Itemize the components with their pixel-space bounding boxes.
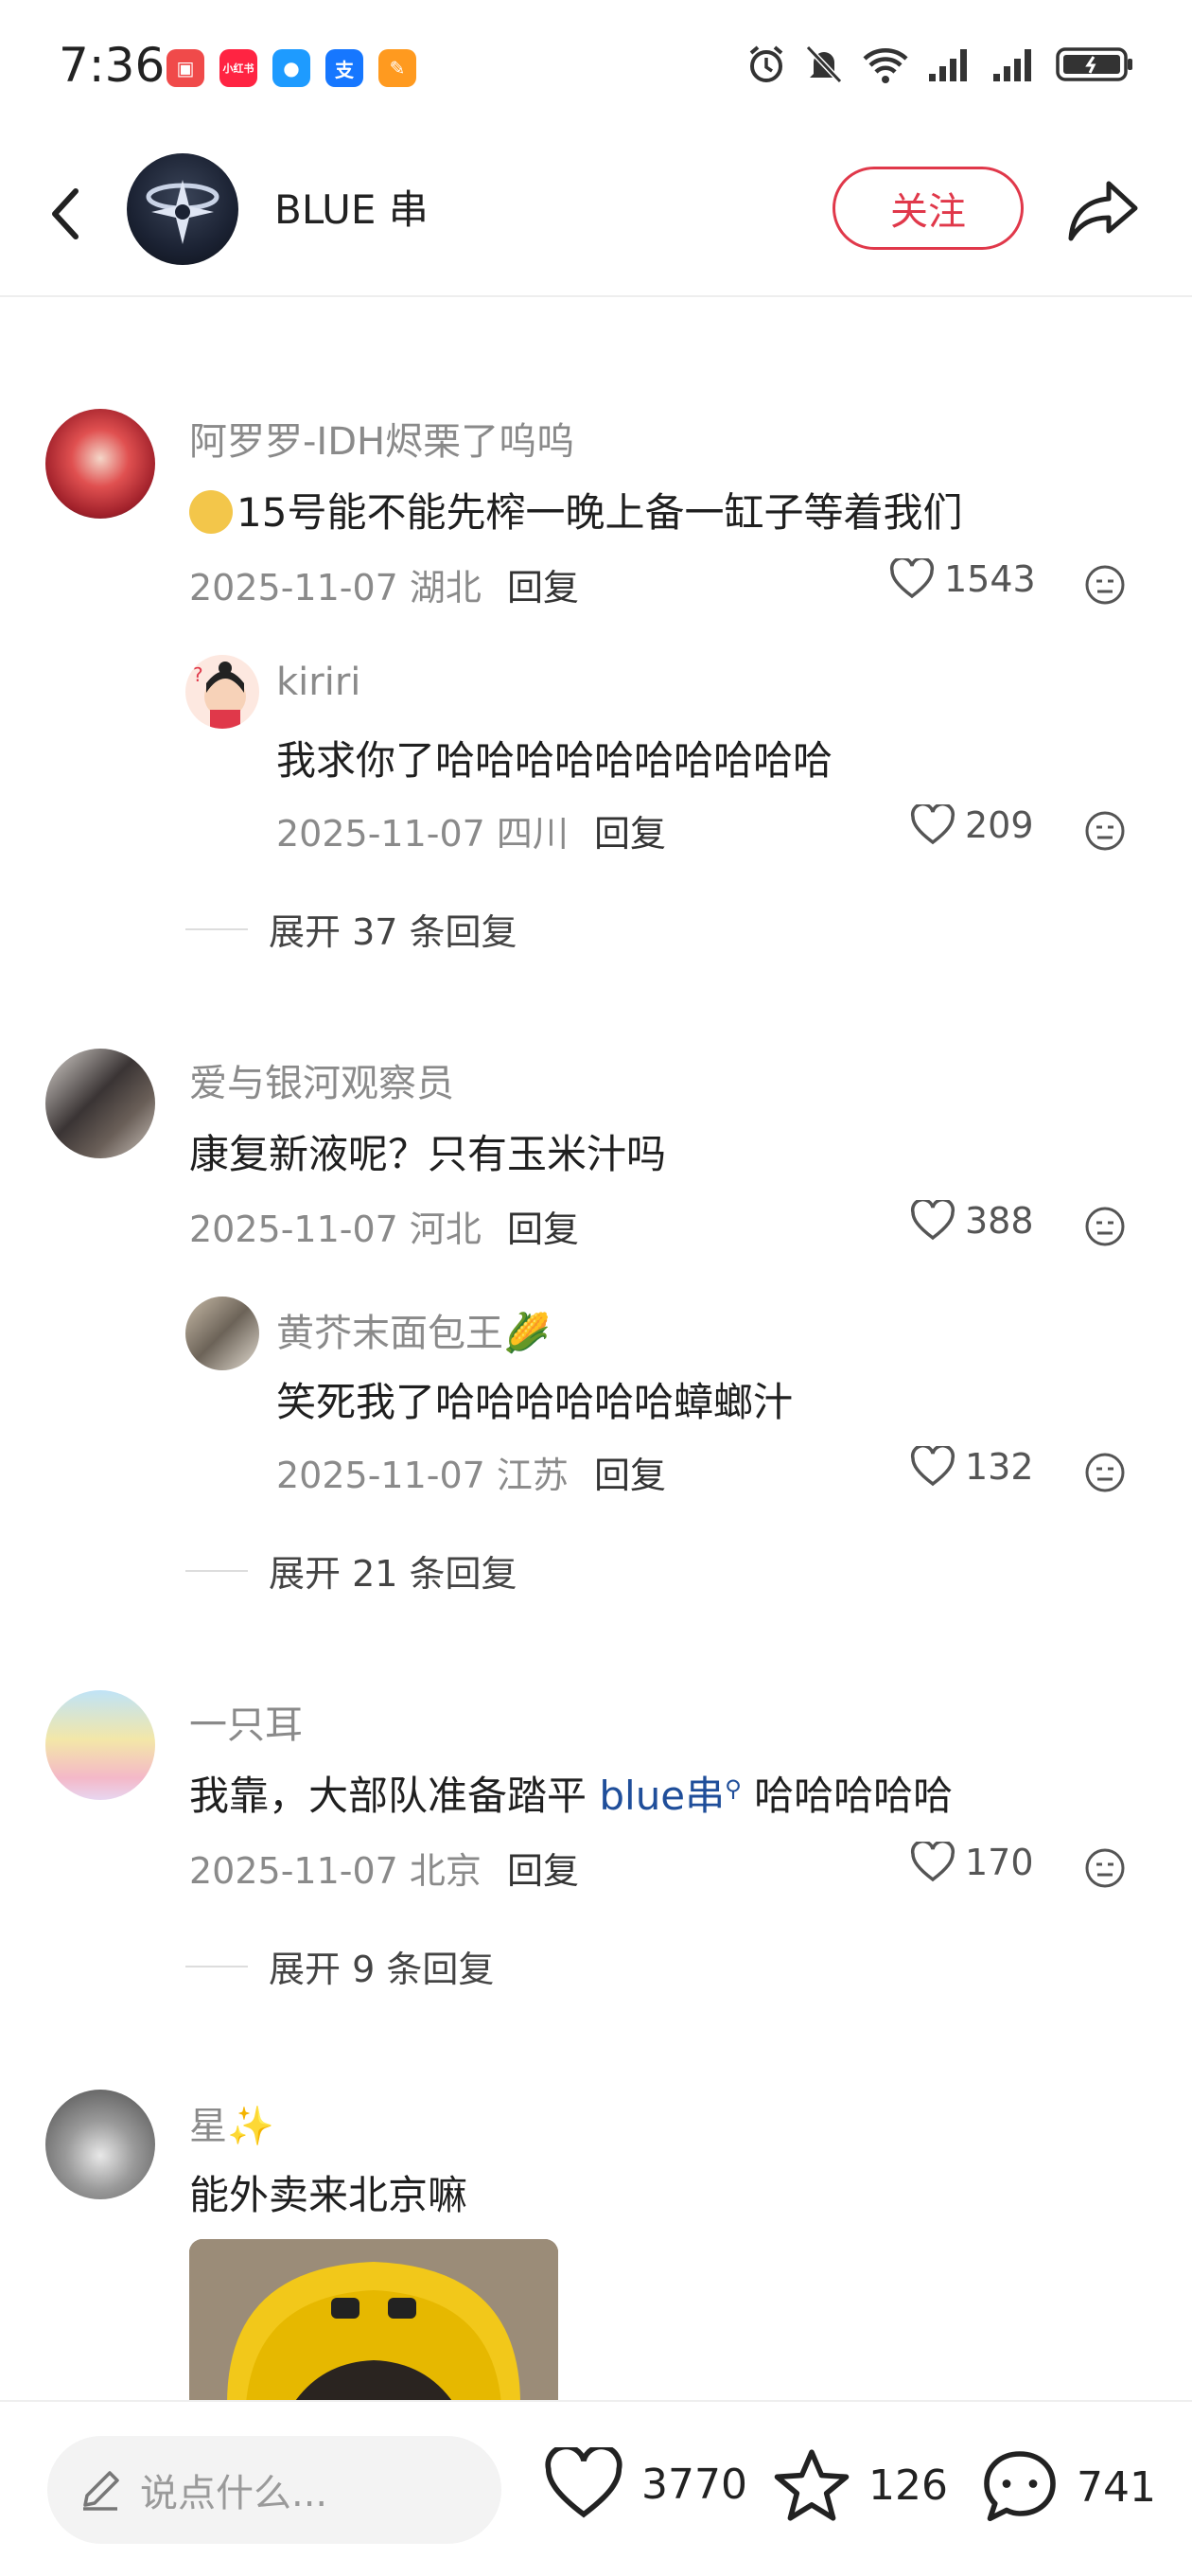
user-avatar[interactable] [45, 2090, 155, 2199]
signal-icon-2 [993, 49, 1031, 81]
heart-icon [545, 2447, 622, 2518]
comment-bubble-icon [984, 2451, 1056, 2522]
emoji-sticker-icon [189, 490, 233, 534]
pencil-icon [83, 2471, 119, 2511]
signal-icon [929, 49, 967, 81]
mute-bell-icon [805, 44, 843, 84]
like-button[interactable]: 388 [910, 1200, 1034, 1242]
comment-username[interactable]: 爱与银河观察员 [189, 1052, 454, 1107]
comment-date: 2025-11-07 湖北 [189, 567, 482, 609]
comment-username[interactable]: 一只耳 [189, 1694, 303, 1749]
alipay-icon: 支 [325, 49, 363, 87]
author-logo-icon [146, 180, 219, 244]
sub-like-button[interactable]: 132 [910, 1446, 1034, 1488]
heart-icon [889, 558, 935, 599]
heart-icon [910, 804, 955, 845]
user-avatar[interactable] [45, 409, 155, 519]
like-count: 209 [965, 804, 1034, 846]
sub-comment-text[interactable]: 笑死我了哈哈哈哈哈哈蟑螂汁 [276, 1370, 793, 1428]
helmet-photo [189, 2239, 558, 2404]
follow-button[interactable]: 关注 [833, 167, 1024, 250]
divider [185, 1569, 248, 1572]
emoji-reaction-icon[interactable] [1084, 1452, 1126, 1493]
user-avatar[interactable] [45, 1690, 155, 1800]
emoji-reaction-icon[interactable] [1084, 1206, 1126, 1247]
like-count: 132 [965, 1446, 1034, 1488]
xiaohongshu-icon: 小红书 [219, 49, 257, 87]
sub-comment-date: 2025-11-07 江苏 [276, 1455, 569, 1496]
comment-username[interactable]: 阿罗罗-IDH烬栗了呜呜 [189, 411, 574, 466]
comment-username[interactable]: 星✨ [189, 2095, 274, 2150]
heart-icon [910, 1200, 955, 1241]
expand-replies-button[interactable]: 展开 21 条回复 [185, 1544, 517, 1597]
emoji-reaction-icon[interactable] [1084, 564, 1126, 606]
like-count: 1543 [944, 558, 1036, 600]
orange-app-icon: ✎ [378, 49, 416, 87]
comment-input-placeholder: 说点什么... [140, 2472, 328, 2515]
topic-mention-link[interactable]: blue串 [599, 1773, 725, 1819]
search-icon: ⚲ [725, 1775, 742, 1802]
comment-input[interactable]: 说点什么... [47, 2436, 501, 2544]
star-icon [774, 2449, 850, 2521]
heart-icon [910, 1842, 955, 1882]
reply-button[interactable]: 回复 [507, 1842, 579, 1894]
alarm-icon [749, 45, 783, 82]
sub-user-avatar[interactable] [185, 1297, 259, 1370]
wifi-icon [863, 48, 908, 83]
svg-text:?: ? [193, 663, 203, 686]
sub-comment-date: 2025-11-07 四川 [276, 813, 569, 855]
expand-replies-button[interactable]: 展开 9 条回复 [185, 1940, 494, 1992]
sub-comment-username[interactable]: kiriri [276, 661, 360, 704]
cartoon-girl-icon: ? [193, 662, 246, 729]
like-count: 388 [965, 1200, 1034, 1242]
share-icon[interactable] [1063, 170, 1143, 250]
comment-date: 2025-11-07 北京 [189, 1850, 482, 1892]
comment-text[interactable]: 我靠，大部队准备踏平 blue串⚲ 哈哈哈哈哈 [189, 1764, 953, 1822]
emoji-reaction-icon[interactable] [1084, 810, 1126, 852]
like-total-count: 3770 [641, 2460, 747, 2509]
comment-total-button[interactable]: 741 [980, 2447, 1156, 2527]
heart-icon [910, 1446, 955, 1487]
red-app-icon: ▣ [167, 49, 204, 87]
like-count: 170 [965, 1842, 1034, 1883]
comment-text[interactable]: 15号能不能先榨一晚上备一缸子等着我们 [189, 481, 962, 538]
comment-text[interactable]: 康复新液呢？只有玉米汁吗 [189, 1122, 666, 1180]
author-name[interactable]: BLUE 串 [274, 178, 429, 236]
like-button[interactable]: 1543 [889, 558, 1036, 600]
like-total-button[interactable]: 3770 [543, 2447, 747, 2521]
user-avatar[interactable] [45, 1049, 155, 1158]
sub-user-avatar[interactable]: ? [185, 655, 259, 729]
back-arrow-icon[interactable] [38, 176, 95, 252]
battery-icon [1056, 47, 1132, 81]
status-time: 7:36 [59, 38, 166, 93]
emoji-reaction-icon[interactable] [1084, 1847, 1126, 1889]
comment-total-count: 741 [1077, 2462, 1156, 2512]
author-avatar[interactable] [127, 153, 238, 265]
notification-app-icons: ▣ 小红书 ● 支 ✎ [167, 49, 416, 87]
note-header: BLUE 串 关注 [0, 132, 1192, 297]
expand-replies-button[interactable]: 展开 37 条回复 [185, 903, 517, 955]
reply-button[interactable]: 回复 [507, 1200, 579, 1252]
system-icons [745, 44, 1135, 85]
comment-image[interactable] [189, 2239, 558, 2404]
bottom-action-bar: 说点什么... 3770 126 741 [0, 2400, 1192, 2576]
like-button[interactable]: 170 [910, 1842, 1034, 1883]
message-app-icon: ● [272, 49, 310, 87]
expand-replies-label: 展开 9 条回复 [269, 1949, 495, 1990]
status-bar: 7:36 ▣ 小红书 ● 支 ✎ [0, 0, 1192, 132]
divider [185, 927, 248, 930]
collect-count: 126 [868, 2461, 948, 2510]
expand-replies-label: 展开 37 条回复 [269, 911, 517, 953]
comment-date: 2025-11-07 河北 [189, 1209, 482, 1250]
collect-button[interactable]: 126 [772, 2447, 948, 2523]
sub-reply-button[interactable]: 回复 [594, 804, 666, 856]
reply-button[interactable]: 回复 [507, 558, 579, 610]
divider [185, 1965, 248, 1967]
expand-replies-label: 展开 21 条回复 [269, 1553, 517, 1595]
comment-text[interactable]: 能外卖来北京嘛 [189, 2163, 467, 2221]
sub-comment-username[interactable]: 黄芥末面包王🌽 [276, 1302, 551, 1357]
sub-like-button[interactable]: 209 [910, 804, 1034, 846]
sub-reply-button[interactable]: 回复 [594, 1446, 666, 1498]
sub-comment-text[interactable]: 我求你了哈哈哈哈哈哈哈哈哈哈 [276, 729, 833, 786]
